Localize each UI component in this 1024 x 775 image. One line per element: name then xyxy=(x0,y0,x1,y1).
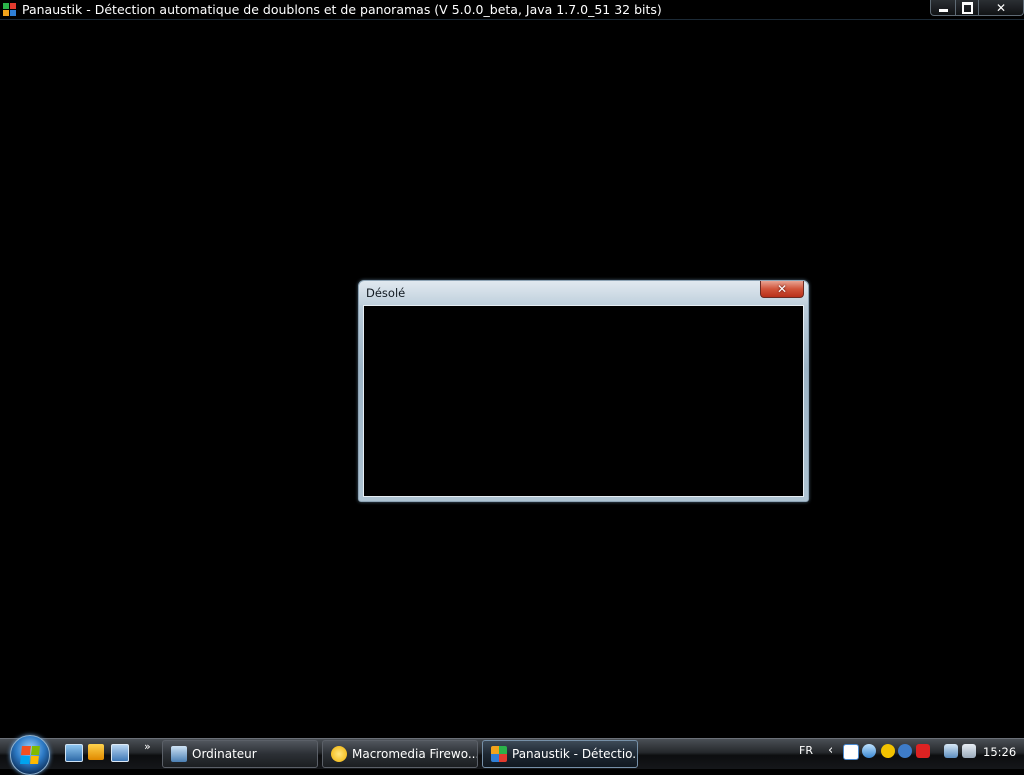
aol-icon[interactable] xyxy=(898,744,912,758)
panaustik-icon xyxy=(491,746,507,762)
windows-logo-icon xyxy=(20,746,40,764)
upload-icon[interactable] xyxy=(862,744,876,758)
taskbar-button-ordinateur[interactable]: Ordinateur xyxy=(162,740,318,768)
update-icon[interactable] xyxy=(881,744,895,758)
computer-icon xyxy=(171,746,187,762)
window-titlebar: Panaustik - Détection automatique de dou… xyxy=(0,0,1024,20)
close-button[interactable]: ✕ xyxy=(979,0,1024,16)
quicklaunch-more-button[interactable]: » xyxy=(144,740,151,753)
show-desktop-icon[interactable] xyxy=(65,744,83,762)
switch-windows-icon[interactable] xyxy=(111,744,129,762)
dialog-close-button[interactable]: ✕ xyxy=(760,281,804,298)
network-icon[interactable] xyxy=(843,744,859,760)
clock[interactable]: 15:26 xyxy=(983,745,1016,759)
dialog-titlebar[interactable] xyxy=(359,281,808,305)
volume-icon[interactable] xyxy=(962,744,976,758)
taskbar-button-label: Panaustik - Détectio... xyxy=(512,747,638,761)
minimize-icon xyxy=(938,9,948,12)
close-icon: ✕ xyxy=(995,0,1007,15)
fireworks-icon xyxy=(331,746,347,762)
security-alert-icon[interactable] xyxy=(916,744,930,758)
window-controls: ✕ xyxy=(930,0,1024,16)
taskbar-button-panaustik[interactable]: Panaustik - Détectio... xyxy=(482,740,638,768)
taskbar-button-label: Ordinateur xyxy=(192,747,257,761)
dialog-content xyxy=(363,305,804,497)
minimize-button[interactable] xyxy=(930,0,956,16)
taskbar-button-label: Macromedia Firewo... xyxy=(352,747,478,761)
restore-icon xyxy=(961,1,973,14)
display-icon[interactable] xyxy=(944,744,958,758)
tray-expand-button[interactable]: ‹ xyxy=(828,743,833,758)
window-title: Panaustik - Détection automatique de dou… xyxy=(22,2,662,17)
panaustik-icon xyxy=(3,2,17,17)
language-indicator[interactable]: FR xyxy=(799,744,813,757)
sorry-dialog: Désolé ✕ xyxy=(358,280,809,502)
dialog-title: Désolé xyxy=(366,286,406,300)
taskbar-button-fireworks[interactable]: Macromedia Firewo... xyxy=(322,740,478,768)
close-icon: ✕ xyxy=(776,282,788,296)
start-button[interactable] xyxy=(10,735,50,775)
media-player-icon[interactable] xyxy=(88,744,104,760)
restore-button[interactable] xyxy=(956,0,979,16)
